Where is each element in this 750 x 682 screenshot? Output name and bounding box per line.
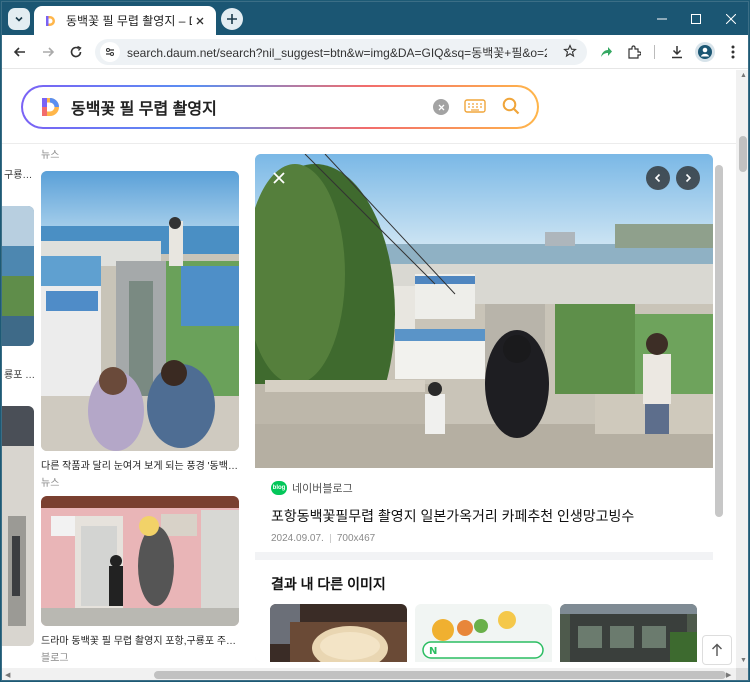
close-viewer-icon[interactable] (267, 166, 291, 190)
result-source-top: 뉴스 (41, 150, 60, 161)
chevron-right-icon (685, 173, 692, 183)
vertical-scrollbar[interactable]: ▲ ▼ (736, 70, 748, 668)
detail-scrollbar[interactable] (715, 165, 723, 517)
scroll-up-arrow-icon[interactable]: ▲ (740, 72, 747, 79)
result-caption-clipped-2: 룡포 … (4, 370, 36, 381)
tab-strip: 동백꽃 필 무렵 촬영지 – Daum (2, 2, 748, 35)
search-submit-icon[interactable] (501, 96, 521, 121)
keyboard-icon[interactable] (464, 98, 486, 119)
source-name[interactable]: 네이버블로그 (292, 480, 353, 496)
page-content: 동백꽃 필 무렵 촬영지 구룡… 룡포 … 뉴스 다른 작품과 달리 눈여겨 보… (2, 70, 736, 668)
image-meta: 2024.09.07. 700x467 (271, 533, 697, 544)
tab-title: 동백꽃 필 무렵 촬영지 – Daum (66, 14, 192, 28)
related-thumb-3[interactable] (560, 604, 697, 662)
tab-search-button[interactable] (8, 8, 30, 30)
plus-icon (227, 14, 237, 24)
toolbar-divider (654, 45, 655, 59)
result-card-2[interactable]: 드라마 동백꽃 필 무렵 촬영지 포항,구룡포 주… 블로그 (41, 496, 239, 664)
reload-button[interactable] (64, 40, 88, 64)
active-tab[interactable]: 동백꽃 필 무렵 촬영지 – Daum (34, 6, 216, 35)
maximize-icon (691, 13, 701, 24)
related-thumb-2[interactable]: N (415, 604, 552, 662)
chevron-left-icon (654, 173, 661, 183)
image-info: blog 네이버블로그 포항동백꽃필무렵 촬영지 일본가옥거리 카페추천 인생망… (255, 468, 713, 552)
more-vertical-icon (731, 45, 735, 59)
avatar-icon (695, 42, 715, 62)
detail-image[interactable] (255, 154, 713, 468)
horizontal-scroll-thumb[interactable] (154, 671, 726, 679)
scroll-down-arrow-icon[interactable]: ▼ (740, 657, 747, 664)
reload-icon (70, 45, 82, 58)
forward-button[interactable] (36, 40, 60, 64)
image-results-column: 구룡… 룡포 … 뉴스 다른 작품과 달리 눈여겨 보게 되는 풍경 '동백… … (2, 130, 252, 668)
minimize-icon (657, 18, 667, 19)
next-image-button[interactable] (676, 166, 700, 190)
tab-close-icon[interactable] (192, 13, 208, 29)
profile-button[interactable] (693, 40, 717, 64)
download-icon (672, 46, 682, 59)
search-header: 동백꽃 필 무렵 촬영지 (2, 70, 736, 144)
search-input[interactable]: 동백꽃 필 무렵 촬영지 (71, 95, 217, 119)
minimize-button[interactable] (643, 2, 681, 35)
back-button[interactable] (8, 40, 32, 64)
puzzle-icon (628, 45, 641, 59)
image-date: 2024.09.07. (271, 533, 324, 544)
url-text: search.daum.net/search?nil_suggest=btn&w… (127, 45, 547, 60)
close-window-button[interactable] (712, 2, 748, 35)
image-detail-panel: blog 네이버블로그 포항동백꽃필무렵 촬영지 일본가옥거리 카페추천 인생망… (255, 154, 713, 662)
browser-toolbar: search.daum.net/search?nil_suggest=btn&w… (2, 35, 748, 69)
arrow-right-icon (43, 47, 55, 57)
downloads-button[interactable] (665, 40, 689, 64)
related-images: 결과 내 다른 이미지 N (255, 560, 713, 662)
scroll-to-top-button[interactable] (702, 635, 732, 665)
result-caption-1: 다른 작품과 달리 눈여겨 보게 되는 풍경 '동백… (41, 461, 238, 472)
result-image-2[interactable] (41, 496, 239, 626)
naver-blog-icon: blog (271, 481, 287, 495)
address-bar[interactable]: search.daum.net/search?nil_suggest=btn&w… (95, 39, 587, 65)
chevron-down-icon (15, 16, 23, 22)
image-title[interactable]: 포항동백꽃필무렵 촬영지 일본가옥거리 카페추천 인생망고빙수 (271, 506, 697, 526)
daum-favicon-icon (43, 13, 57, 28)
result-source-2: 블로그 (41, 653, 69, 664)
daum-logo-icon[interactable] (39, 96, 61, 118)
scroll-right-arrow-icon[interactable]: ▶ (726, 671, 731, 679)
arrow-up-icon (712, 643, 722, 656)
new-tab-button[interactable] (221, 8, 243, 30)
meta-divider (329, 534, 331, 543)
source-row[interactable]: blog 네이버블로그 (271, 480, 697, 496)
result-image-clipped-2[interactable] (2, 206, 34, 346)
image-size: 700x467 (336, 533, 376, 544)
result-image-clipped-3[interactable] (2, 406, 34, 646)
maximize-button[interactable] (677, 2, 715, 35)
related-thumb-1[interactable] (270, 604, 407, 662)
result-caption-clipped-1: 구룡… (4, 170, 33, 181)
arrow-left-icon (13, 47, 25, 57)
result-card-1[interactable]: 다른 작품과 달리 눈여겨 보게 되는 풍경 '동백… 뉴스 (41, 171, 239, 489)
search-box[interactable]: 동백꽃 필 무렵 촬영지 (21, 85, 539, 129)
browser-window: 동백꽃 필 무렵 촬영지 – Daum (1, 1, 749, 681)
vertical-scroll-thumb[interactable] (739, 136, 747, 172)
share-button[interactable] (594, 40, 618, 64)
extensions-button[interactable] (622, 40, 646, 64)
scrollbar-corner (736, 668, 748, 680)
close-icon (726, 13, 736, 24)
horizontal-scrollbar[interactable]: ◀ ▶ (2, 668, 736, 680)
scroll-left-arrow-icon[interactable]: ◀ (5, 671, 10, 679)
bookmark-star-icon[interactable] (563, 44, 577, 63)
related-title: 결과 내 다른 이미지 (271, 576, 386, 592)
result-caption-2: 드라마 동백꽃 필 무렵 촬영지 포항,구룡포 주… (41, 636, 237, 647)
prev-image-button[interactable] (646, 166, 670, 190)
result-image-1[interactable] (41, 171, 239, 451)
result-source-1: 뉴스 (41, 478, 60, 489)
share-arrow-icon (601, 47, 612, 57)
site-info-icon[interactable] (100, 42, 120, 62)
menu-button[interactable] (721, 40, 745, 64)
clear-query-icon[interactable] (433, 99, 449, 115)
naver-search-badge: N (429, 646, 437, 657)
